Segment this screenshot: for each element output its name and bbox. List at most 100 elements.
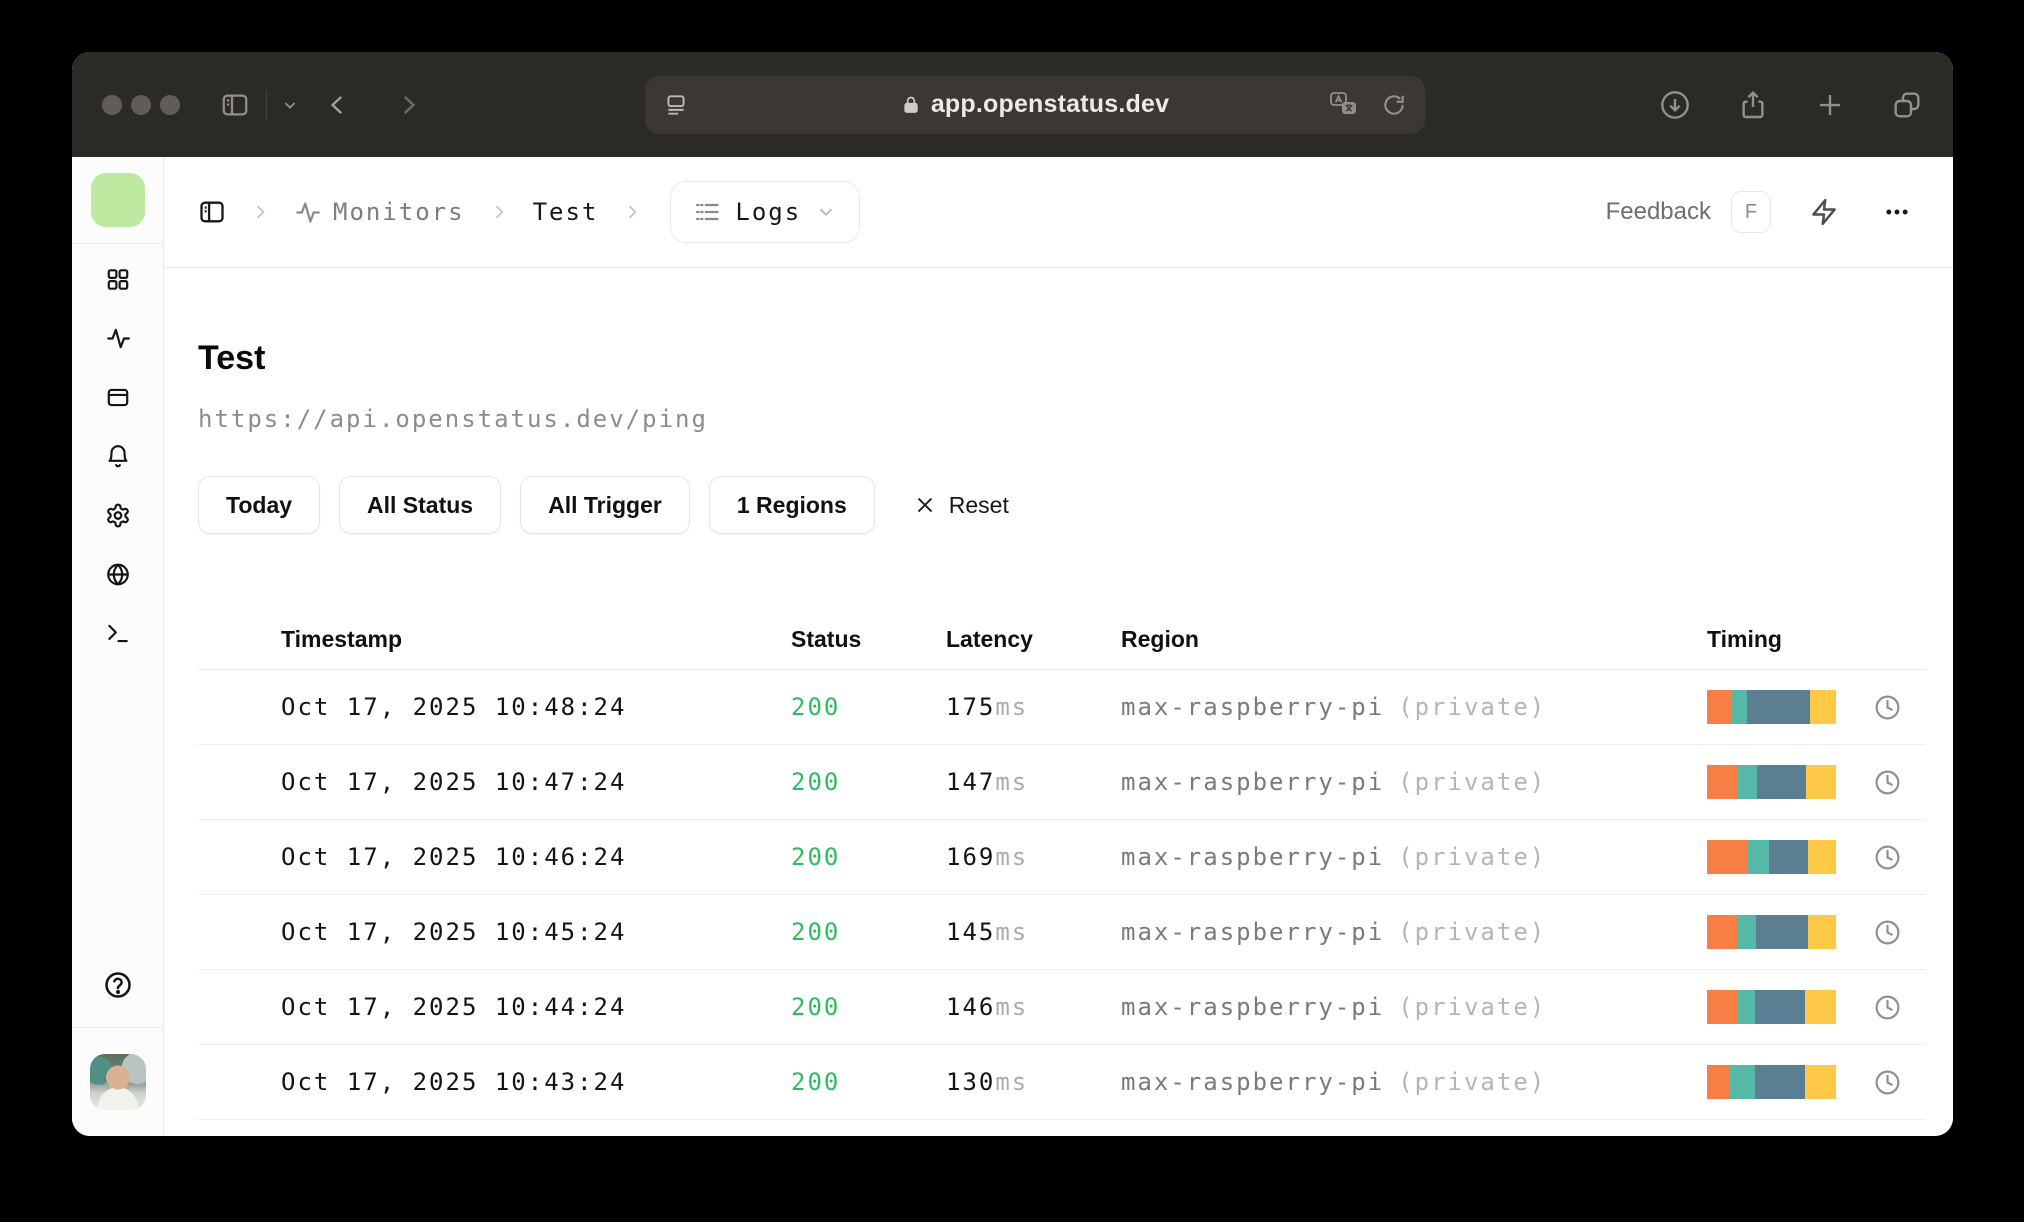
table-row[interactable]: Oct 17, 2025 10:44:24 200 146ms max-rasp… [198,970,1926,1045]
breadcrumb-monitors[interactable]: Monitors [294,198,465,226]
row-region: max-raspberry-pi [1121,993,1385,1021]
row-latency-unit: ms [995,1068,1029,1096]
clock-icon[interactable] [1873,693,1926,722]
page-title: Test [198,339,266,377]
help-icon[interactable] [103,970,133,1005]
zoom-button[interactable] [160,94,180,115]
grid-icon[interactable] [105,266,131,292]
status-page-icon[interactable] [105,384,131,410]
zap-icon[interactable] [1809,197,1839,227]
toolbar-divider [266,89,267,120]
row-status: 200 [791,1068,841,1096]
header-region: Region [1121,626,1199,652]
reset-filters-button[interactable]: Reset [914,492,1009,519]
timing-segment [1748,840,1769,874]
workspace-logo[interactable] [90,173,145,227]
back-icon[interactable] [325,92,351,118]
row-latency: 169 [946,843,996,871]
bell-icon[interactable] [105,443,131,469]
timing-segment [1707,765,1738,799]
breadcrumb-monitor-name[interactable]: Test [533,198,599,226]
settings-icon[interactable] [105,502,131,528]
globe-icon[interactable] [105,561,131,587]
table-header-row: Timestamp Status Latency Region Timing [198,610,1926,670]
clock-icon[interactable] [1873,918,1926,947]
sidebar-rail [72,157,164,1136]
timing-segment [1737,990,1755,1024]
terminal-icon[interactable] [105,620,131,646]
clock-icon[interactable] [1873,843,1926,872]
header-timing: Timing [1707,626,1782,652]
clock-icon[interactable] [1873,768,1926,797]
browser-window: app.openstatus.dev Monitors Test Logs Fe… [72,52,1953,1136]
table-row[interactable]: Oct 17, 2025 10:46:24 200 169ms max-rasp… [198,820,1926,895]
sidebar-menu-chevron-icon[interactable] [281,96,299,114]
row-region: max-raspberry-pi [1121,843,1385,871]
row-timestamp: Oct 17, 2025 10:45:24 [281,918,627,946]
new-tab-icon[interactable] [1815,90,1845,120]
row-region-suffix: (private) [1398,768,1547,796]
filter-status-button[interactable]: All Status [339,476,502,534]
chevron-right-icon [250,202,270,222]
lock-icon [901,95,921,115]
row-region-suffix: (private) [1398,843,1547,871]
reload-icon[interactable] [1381,92,1407,118]
avatar[interactable] [89,1054,146,1110]
panel-toggle-icon[interactable] [198,198,226,226]
tab-overview-icon[interactable] [1891,89,1923,121]
timing-bar [1707,840,1836,874]
timing-bar [1707,1065,1836,1099]
table-row[interactable]: Oct 17, 2025 10:48:24 200 175ms max-rasp… [198,670,1926,745]
row-timestamp: Oct 17, 2025 10:47:24 [281,768,627,796]
close-button[interactable] [102,94,122,115]
table-row[interactable]: Oct 17, 2025 10:45:24 200 145ms max-rasp… [198,895,1926,970]
table-row[interactable]: Oct 17, 2025 10:47:24 200 147ms max-rasp… [198,745,1926,820]
download-icon[interactable] [1659,89,1691,121]
chevron-down-icon [815,201,837,223]
forward-icon[interactable] [395,92,421,118]
x-icon [917,498,932,512]
endpoint-url: https://api.openstatus.dev/ping [198,405,708,433]
timing-segment [1754,1065,1806,1099]
row-latency: 147 [946,768,996,796]
view-selector-label: Logs [735,198,802,226]
clock-icon[interactable] [1873,1068,1926,1097]
reader-icon[interactable] [663,92,689,118]
row-status: 200 [791,918,841,946]
view-selector[interactable]: Logs [670,181,861,243]
timing-segment [1805,990,1836,1024]
timing-segment [1707,840,1749,874]
row-latency: 146 [946,993,996,1021]
row-latency: 175 [946,693,996,721]
row-status: 200 [791,843,841,871]
timing-segment [1731,690,1747,724]
filter-regions-button[interactable]: 1 Regions [708,476,875,534]
minimize-button[interactable] [131,94,151,115]
sidebar-divider [72,243,163,244]
timing-bar [1707,990,1836,1024]
timing-segment [1746,690,1811,724]
table-row[interactable]: Oct 17, 2025 10:43:24 200 130ms max-rasp… [198,1045,1926,1120]
share-icon[interactable] [1737,89,1769,121]
activity-icon[interactable] [105,325,131,351]
filter-trigger-button[interactable]: All Trigger [520,476,690,534]
translate-icon[interactable] [1329,90,1361,120]
traffic-lights [102,94,180,115]
clock-icon[interactable] [1873,993,1926,1022]
row-latency-unit: ms [995,693,1029,721]
sidebar-toggle-icon[interactable] [220,90,250,120]
filter-date-button[interactable]: Today [198,476,321,534]
breadcrumb-monitors-label: Monitors [333,198,465,226]
more-menu-icon[interactable] [1883,198,1911,226]
timing-segment [1757,765,1807,799]
row-timestamp: Oct 17, 2025 10:43:24 [281,1068,627,1096]
row-latency: 130 [946,1068,996,1096]
address-bar[interactable]: app.openstatus.dev [645,75,1425,134]
feedback-button[interactable]: Feedback [1606,198,1711,226]
row-latency-unit: ms [995,993,1029,1021]
timing-segment [1807,840,1836,874]
row-status: 200 [791,693,841,721]
row-region: max-raspberry-pi [1121,768,1385,796]
row-timestamp: Oct 17, 2025 10:46:24 [281,843,627,871]
timing-segment [1756,915,1808,949]
